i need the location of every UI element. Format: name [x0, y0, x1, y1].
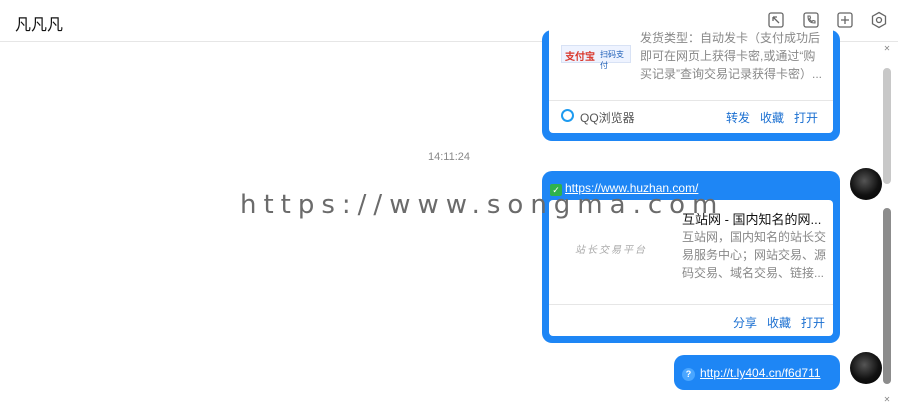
unknown-link-icon: ? [682, 368, 695, 381]
message-timestamp: 14:11:24 [427, 151, 470, 163]
payment-logo: 支付宝 扫码支付 [561, 45, 631, 70]
open-button[interactable]: 打开 [794, 109, 818, 126]
settings-icon[interactable] [870, 11, 888, 29]
phone-icon[interactable] [802, 11, 820, 29]
watermark: https://www.songma.com [240, 190, 725, 220]
scroll-thumb[interactable] [883, 208, 891, 384]
short-link[interactable]: http://t.ly404.cn/f6d711 [700, 366, 821, 380]
chat-title: 凡凡凡 [15, 17, 64, 34]
scroll-up-icon[interactable]: ✕ [882, 45, 892, 53]
preview-description: 互站网，国内知名的站长交 易服务中心；网站交易、源 码交易、域名交易、链接... [682, 230, 827, 280]
divider [549, 304, 833, 305]
screenshot-icon[interactable] [767, 11, 785, 29]
divider [549, 100, 833, 101]
favorite-button[interactable]: 收藏 [767, 314, 791, 331]
add-icon[interactable] [836, 11, 854, 29]
card-description: 发货类型：自动发卡（支付成功后 即可在网页上获得卡密,或通过“购 买记录”查询交… [640, 31, 822, 81]
qq-browser-icon [561, 109, 574, 122]
avatar[interactable] [850, 352, 882, 384]
shared-card[interactable]: 支付宝 扫码支付 发货类型：自动发卡（支付成功后 即可在网页上获得卡密,或通过“… [549, 30, 833, 133]
forward-button[interactable]: 转发 [726, 109, 750, 126]
avatar[interactable] [850, 168, 882, 200]
favorite-button[interactable]: 收藏 [760, 109, 784, 126]
link-preview-card[interactable]: 站长交易平台 互站网 - 国内知名的网... 互站网，国内知名的站长交 易服务中… [549, 200, 833, 336]
share-button[interactable]: 分享 [733, 314, 757, 331]
open-button[interactable]: 打开 [801, 314, 825, 331]
scroll-thumb-upper[interactable] [883, 68, 891, 184]
card-source: QQ浏览器 [580, 111, 635, 125]
scroll-down-icon[interactable]: ✕ [882, 396, 892, 404]
